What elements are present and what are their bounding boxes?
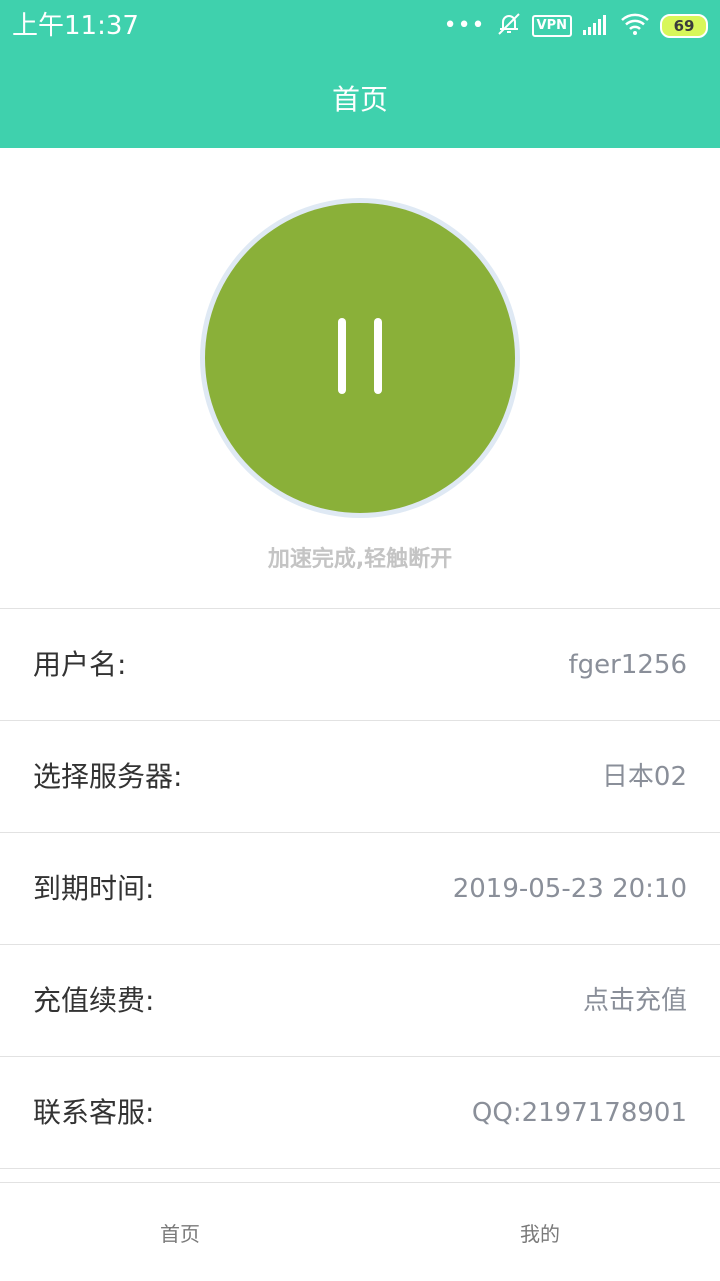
support-value[interactable]: QQ:2197178901 [472, 1093, 687, 1133]
pause-icon [374, 318, 382, 394]
battery-icon: 69 [660, 14, 708, 38]
bottom-nav: 首页 我的 [0, 1182, 720, 1281]
server-label: 选择服务器: [33, 760, 183, 793]
server-value[interactable]: 日本02 [602, 757, 687, 797]
vpn-icon: VPN [531, 15, 572, 37]
server-row[interactable]: 选择服务器: 日本02 [0, 721, 720, 833]
mute-icon [496, 11, 522, 41]
username-value: fger1256 [568, 650, 687, 680]
recharge-link[interactable]: 点击充值 [583, 981, 687, 1021]
signal-icon [582, 12, 610, 40]
status-bar: 上午11:37 ••• VPN 69 [0, 0, 720, 52]
wifi-icon [620, 12, 650, 40]
connect-button[interactable] [205, 203, 515, 513]
expiry-label: 到期时间: [33, 872, 155, 905]
recharge-label: 充值续费: [33, 984, 155, 1017]
app-bar: 首页 [0, 52, 720, 148]
status-icons: ••• VPN 69 [444, 10, 708, 42]
support-label: 联系客服: [33, 1096, 155, 1129]
connection-status-caption: 加速完成,轻触断开 [267, 547, 453, 572]
support-row[interactable]: 联系客服: QQ:2197178901 [0, 1057, 720, 1169]
recharge-row[interactable]: 充值续费: 点击充值 [0, 945, 720, 1057]
more-dots-icon: ••• [443, 13, 486, 38]
expiry-value: 2019-05-23 20:10 [452, 874, 687, 904]
page-title: 首页 [331, 83, 388, 116]
info-list: 用户名: fger1256 选择服务器: 日本02 到期时间: 2019-05-… [0, 608, 720, 1169]
tab-home[interactable]: 首页 [0, 1183, 360, 1281]
tab-mine[interactable]: 我的 [360, 1183, 720, 1281]
status-time: 上午11:37 [12, 11, 139, 41]
username-row: 用户名: fger1256 [0, 609, 720, 721]
expiry-row: 到期时间: 2019-05-23 20:10 [0, 833, 720, 945]
pause-icon [338, 318, 346, 394]
username-label: 用户名: [33, 648, 127, 681]
